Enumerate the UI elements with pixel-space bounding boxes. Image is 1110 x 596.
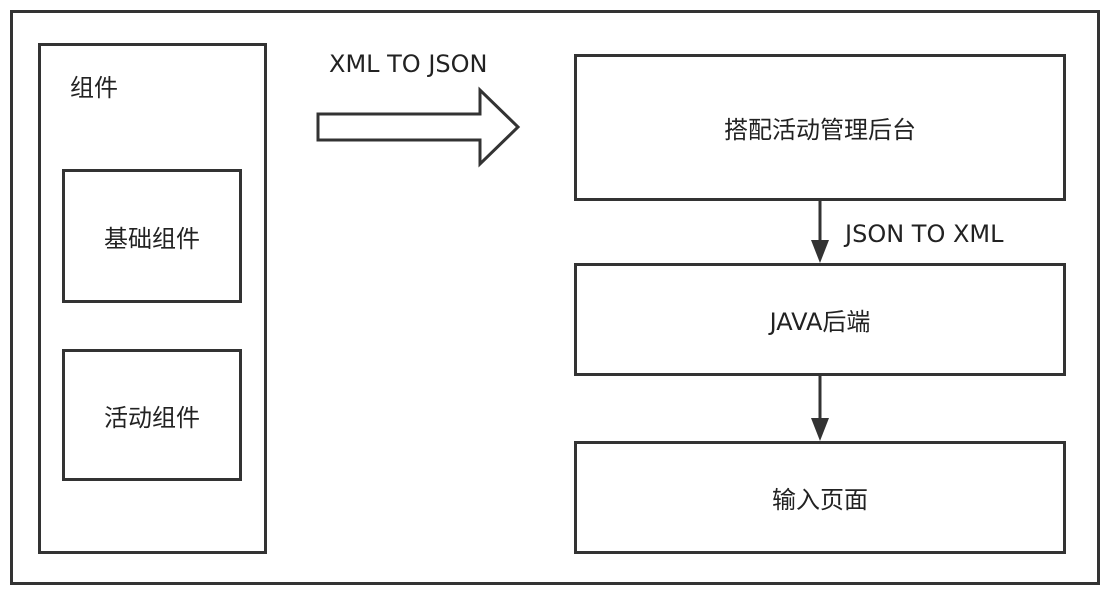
admin-to-java-arrowhead <box>811 240 829 263</box>
connectors-layer <box>316 86 829 441</box>
java-to-input-arrowhead <box>811 418 829 441</box>
xml-to-json-block-arrow <box>316 86 521 168</box>
